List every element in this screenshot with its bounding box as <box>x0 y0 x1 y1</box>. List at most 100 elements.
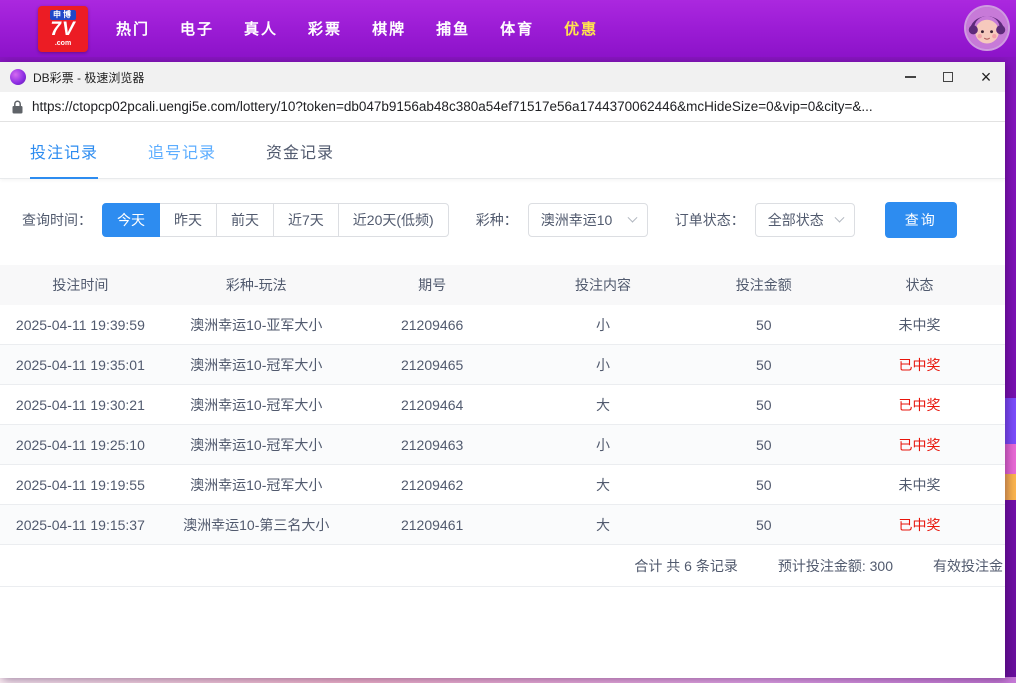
minimize-button[interactable] <box>891 62 929 92</box>
cell-bet-content: 小 <box>513 435 694 455</box>
cell-status: 已中奖 <box>834 515 1005 535</box>
site-logo[interactable]: 申博 7V .com <box>38 6 88 52</box>
column-header: 期号 <box>352 275 513 295</box>
menu-item[interactable]: 捕鱼 <box>436 12 470 45</box>
cell-bet-content: 小 <box>513 315 694 335</box>
lottery-label: 彩种： <box>476 210 518 230</box>
maximize-icon <box>943 72 953 82</box>
cell-bet-time: 2025-04-11 19:35:01 <box>0 357 161 373</box>
chevron-down-icon <box>834 212 844 222</box>
column-header: 投注金额 <box>693 275 834 295</box>
window-title: DB彩票 - 极速浏览器 <box>33 69 144 86</box>
cell-status: 已中奖 <box>834 395 1005 415</box>
column-header: 投注时间 <box>0 275 161 295</box>
cell-status: 未中奖 <box>834 475 1005 495</box>
cell-bet-time: 2025-04-11 19:15:37 <box>0 517 161 533</box>
menu-item[interactable]: 优惠 <box>564 12 598 45</box>
cell-issue: 21209464 <box>352 397 513 413</box>
cell-play-type: 澳洲幸运10-第三名大小 <box>161 515 352 535</box>
menu-item[interactable]: 电子 <box>180 12 214 45</box>
background-art <box>1004 444 1016 474</box>
order-status-select[interactable]: 全部状态 <box>755 203 855 237</box>
chevron-down-icon <box>627 212 637 222</box>
menu-item[interactable]: 热门 <box>116 12 150 45</box>
order-status-label: 订单状态： <box>675 210 745 230</box>
cell-bet-content: 小 <box>513 355 694 375</box>
cell-bet-time: 2025-04-11 19:39:59 <box>0 317 161 333</box>
order-status-select-value: 全部状态 <box>768 210 824 230</box>
cell-issue: 21209462 <box>352 477 513 493</box>
cell-play-type: 澳洲幸运10-冠军大小 <box>161 475 352 495</box>
menu-item[interactable]: 体育 <box>500 12 534 45</box>
browser-window: DB彩票 - 极速浏览器 × https://ctopcp02pcali.uen… <box>0 62 1005 678</box>
window-titlebar: DB彩票 - 极速浏览器 × <box>0 62 1005 92</box>
app-icon <box>10 69 26 85</box>
cell-issue: 21209461 <box>352 517 513 533</box>
tab[interactable]: 资金记录 <box>266 139 334 178</box>
cell-status: 未中奖 <box>834 315 1005 335</box>
summary-row: 合计 共 6 条记录 预计投注金额: 300 有效投注金 <box>0 545 1005 587</box>
cell-bet-amount: 50 <box>693 517 834 533</box>
table-body: 2025-04-11 19:39:59 澳洲幸运10-亚军大小 21209466… <box>0 305 1005 545</box>
cell-status: 已中奖 <box>834 435 1005 455</box>
cell-status: 已中奖 <box>834 355 1005 375</box>
top-navigation: 申博 7V .com 热门 电子 真人 彩票 棋牌 捕鱼 体育 优惠 <box>0 0 1016 57</box>
tab-bar: 投注记录 追号记录 资金记录 <box>0 122 1005 179</box>
close-button[interactable]: × <box>967 62 1005 92</box>
cell-bet-content: 大 <box>513 395 694 415</box>
main-menu: 热门 电子 真人 彩票 棋牌 捕鱼 体育 优惠 <box>116 12 598 45</box>
user-avatar[interactable] <box>964 5 1010 51</box>
background-art <box>1004 474 1016 500</box>
url-bar[interactable]: https://ctopcp02pcali.uengi5e.com/lotter… <box>0 92 1005 122</box>
minimize-icon <box>905 76 916 78</box>
search-button[interactable]: 查询 <box>885 202 957 238</box>
column-header: 彩种-玩法 <box>161 275 352 295</box>
maximize-button[interactable] <box>929 62 967 92</box>
tab[interactable]: 投注记录 <box>30 139 98 179</box>
bet-records-table: 投注时间 彩种-玩法 期号 投注内容 投注金额 状态 2025-04-11 19… <box>0 265 1005 587</box>
time-filter-button[interactable]: 近7天 <box>273 203 339 237</box>
cell-bet-amount: 50 <box>693 357 834 373</box>
cell-bet-time: 2025-04-11 19:25:10 <box>0 437 161 453</box>
time-filter-group: 今天 昨天 前天 近7天 近20天(低频) <box>102 203 449 237</box>
table-header-row: 投注时间 彩种-玩法 期号 投注内容 投注金额 状态 <box>0 265 1005 305</box>
menu-item[interactable]: 棋牌 <box>372 12 406 45</box>
background-art <box>1004 398 1016 444</box>
url-text[interactable]: https://ctopcp02pcali.uengi5e.com/lotter… <box>32 99 873 114</box>
table-row: 2025-04-11 19:25:10 澳洲幸运10-冠军大小 21209463… <box>0 425 1005 465</box>
cell-play-type: 澳洲幸运10-冠军大小 <box>161 395 352 415</box>
column-header: 投注内容 <box>513 275 694 295</box>
time-filter-button[interactable]: 前天 <box>216 203 274 237</box>
menu-item[interactable]: 真人 <box>244 12 278 45</box>
cell-issue: 21209463 <box>352 437 513 453</box>
tab[interactable]: 追号记录 <box>148 139 216 178</box>
lock-icon <box>12 100 23 114</box>
cell-issue: 21209465 <box>352 357 513 373</box>
cell-bet-time: 2025-04-11 19:30:21 <box>0 397 161 413</box>
time-filter-button[interactable]: 今天 <box>102 203 160 237</box>
logo-main-text: 7V <box>50 20 75 40</box>
lottery-select[interactable]: 澳洲幸运10 <box>528 203 648 237</box>
table-row: 2025-04-11 19:15:37 澳洲幸运10-第三名大小 2120946… <box>0 505 1005 545</box>
filter-bar: 查询时间： 今天 昨天 前天 近7天 近20天(低频) 彩种： 澳洲幸运10 <box>0 179 1005 261</box>
cell-bet-amount: 50 <box>693 437 834 453</box>
lottery-select-value: 澳洲幸运10 <box>541 210 613 230</box>
time-filter-button[interactable]: 近20天(低频) <box>338 203 449 237</box>
cell-bet-amount: 50 <box>693 317 834 333</box>
avatar-illustration <box>966 7 1008 49</box>
menu-item[interactable]: 彩票 <box>308 12 342 45</box>
summary-total: 合计 共 6 条记录 <box>634 556 737 576</box>
window-controls: × <box>891 62 1005 92</box>
cell-bet-amount: 50 <box>693 397 834 413</box>
column-header: 状态 <box>834 275 1005 295</box>
cell-bet-time: 2025-04-11 19:19:55 <box>0 477 161 493</box>
time-filter-button[interactable]: 昨天 <box>159 203 217 237</box>
cell-play-type: 澳洲幸运10-冠军大小 <box>161 355 352 375</box>
cell-play-type: 澳洲幸运10-冠军大小 <box>161 435 352 455</box>
cell-bet-amount: 50 <box>693 477 834 493</box>
logo-top-text: 申博 <box>50 10 76 20</box>
table-row: 2025-04-11 19:19:55 澳洲幸运10-冠军大小 21209462… <box>0 465 1005 505</box>
table-row: 2025-04-11 19:35:01 澳洲幸运10-冠军大小 21209465… <box>0 345 1005 385</box>
summary-valid: 有效投注金 <box>933 556 1003 576</box>
cell-bet-content: 大 <box>513 475 694 495</box>
